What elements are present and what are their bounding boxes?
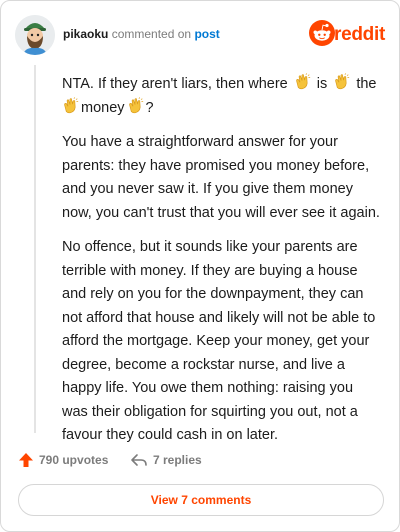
text-fragment: NTA. If they aren't liars, then where — [62, 76, 288, 92]
username[interactable]: pikaoku — [63, 27, 108, 41]
embedded-comment-card: pikaoku commented on post reddit NTA. If… — [0, 0, 400, 532]
reddit-logo[interactable]: reddit — [309, 20, 385, 48]
action-text: commented on — [111, 27, 192, 41]
comment-paragraph-2: You have a straightforward answer for yo… — [62, 134, 380, 221]
clap-emoji — [335, 73, 350, 90]
upvote-count: 790 upvotes — [39, 453, 109, 467]
comment-body: NTA. If they aren't liars, then where is… — [62, 73, 382, 459]
clap-emoji — [295, 73, 310, 90]
reply-count: 7 replies — [153, 453, 202, 467]
text-fragment: the — [356, 76, 377, 92]
text-fragment: is — [316, 76, 328, 92]
upvote-button[interactable]: 790 upvotes — [18, 450, 108, 470]
view-comments-button[interactable]: View 7 comments — [18, 484, 384, 516]
text-fragment: ? — [145, 99, 154, 116]
comment-paragraph-1: NTA. If they aren't liars, then where is… — [62, 73, 382, 120]
post-link[interactable]: post — [194, 27, 219, 41]
comment-footer: 790 upvotes 7 replies — [18, 450, 382, 470]
comment-paragraph-3: No offence, but it sounds like your pare… — [62, 239, 376, 443]
comment-header: pikaoku commented on post reddit — [15, 15, 385, 55]
comment-meta: pikaoku commented on post — [63, 27, 220, 41]
brand-text: reddit — [334, 24, 385, 45]
text-fragment: money — [81, 99, 125, 116]
clap-emoji — [64, 96, 79, 113]
avatar-icon — [15, 15, 55, 55]
clap-emoji — [128, 96, 143, 113]
replies-button[interactable]: 7 replies — [130, 450, 202, 470]
user-avatar[interactable] — [15, 15, 55, 55]
upvote-arrow-icon — [19, 453, 33, 467]
thread-line — [34, 65, 36, 433]
reddit-snoo-icon — [309, 20, 335, 46]
reply-arrow-icon — [131, 454, 147, 466]
